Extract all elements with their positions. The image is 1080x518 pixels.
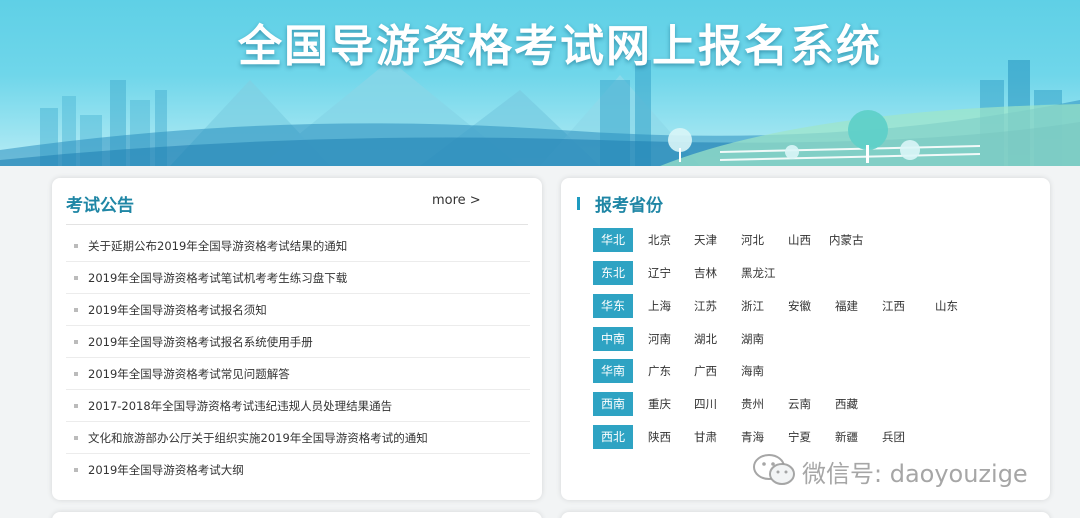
province-link[interactable]: 山东: [935, 294, 958, 318]
bullet-icon: [74, 244, 78, 248]
bullet-icon: [74, 276, 78, 280]
notice-item[interactable]: 2019年全国导游资格考试报名须知: [66, 294, 530, 326]
bullet-icon: [74, 404, 78, 408]
province-link[interactable]: 西藏: [835, 392, 858, 416]
province-link[interactable]: 湖南: [741, 327, 764, 351]
province-link[interactable]: 内蒙古: [829, 228, 864, 252]
bullet-icon: [74, 308, 78, 312]
province-link[interactable]: 福建: [835, 294, 858, 318]
province-link[interactable]: 青海: [741, 425, 764, 449]
more-link[interactable]: more >: [432, 193, 481, 208]
province-link[interactable]: 辽宁: [648, 261, 671, 285]
province-link[interactable]: 重庆: [648, 392, 671, 416]
province-link[interactable]: 吉林: [694, 261, 717, 285]
province-link[interactable]: 河北: [741, 228, 764, 252]
watermark-text: 微信号: daoyouzige: [802, 460, 1028, 488]
province-link[interactable]: 湖北: [694, 327, 717, 351]
next-panel-right: [561, 512, 1050, 518]
province-link[interactable]: 新疆: [835, 425, 858, 449]
notice-item[interactable]: 2019年全国导游资格考试大纲: [66, 454, 530, 486]
province-link[interactable]: 宁夏: [788, 425, 811, 449]
region-badge[interactable]: 华北: [593, 228, 633, 252]
notice-header: 考试公告 more >: [66, 191, 528, 225]
province-link[interactable]: 上海: [648, 294, 671, 318]
province-link[interactable]: 北京: [648, 228, 671, 252]
bullet-icon: [74, 436, 78, 440]
region-badge[interactable]: 东北: [593, 261, 633, 285]
watermark: 微信号: daoyouzige: [752, 452, 1028, 488]
notice-link[interactable]: 2019年全国导游资格考试常见问题解答: [88, 367, 290, 381]
bullet-icon: [74, 468, 78, 472]
next-panel-left: [52, 512, 542, 518]
notice-item[interactable]: 2019年全国导游资格考试笔试机考考生练习盘下载: [66, 262, 530, 294]
notice-link[interactable]: 2019年全国导游资格考试大纲: [88, 463, 244, 477]
province-link[interactable]: 浙江: [741, 294, 764, 318]
province-link[interactable]: 山西: [788, 228, 811, 252]
province-link[interactable]: 海南: [741, 359, 764, 383]
notice-item[interactable]: 2019年全国导游资格考试报名系统使用手册: [66, 326, 530, 358]
province-link[interactable]: 甘肃: [694, 425, 717, 449]
region-badge[interactable]: 华南: [593, 359, 633, 383]
bullet-icon: [74, 340, 78, 344]
notice-link[interactable]: 2019年全国导游资格考试报名须知: [88, 303, 267, 317]
notice-link[interactable]: 2017-2018年全国导游资格考试违纪违规人员处理结果通告: [88, 399, 392, 413]
notice-item[interactable]: 2019年全国导游资格考试常见问题解答: [66, 358, 530, 390]
notice-panel: 考试公告 more > 关于延期公布2019年全国导游资格考试结果的通知 201…: [52, 178, 542, 500]
province-link[interactable]: 云南: [788, 392, 811, 416]
notice-link[interactable]: 2019年全国导游资格考试笔试机考考生练习盘下载: [88, 271, 347, 285]
province-link[interactable]: 四川: [694, 392, 717, 416]
notice-link[interactable]: 关于延期公布2019年全国导游资格考试结果的通知: [88, 239, 347, 253]
province-link[interactable]: 河南: [648, 327, 671, 351]
notice-link[interactable]: 文化和旅游部办公厅关于组织实施2019年全国导游资格考试的通知: [88, 431, 428, 445]
province-link[interactable]: 陕西: [648, 425, 671, 449]
province-link[interactable]: 江苏: [694, 294, 717, 318]
province-link[interactable]: 安徽: [788, 294, 811, 318]
notice-link[interactable]: 2019年全国导游资格考试报名系统使用手册: [88, 335, 313, 349]
header-banner: 全国导游资格考试网上报名系统: [0, 0, 1080, 166]
title-bar-marker: [577, 197, 580, 210]
province-link[interactable]: 兵团: [882, 425, 905, 449]
notice-item[interactable]: 关于延期公布2019年全国导游资格考试结果的通知: [66, 230, 530, 262]
province-link[interactable]: 贵州: [741, 392, 764, 416]
province-title: 报考省份: [595, 196, 663, 216]
province-link[interactable]: 黑龙江: [741, 261, 776, 285]
region-badge[interactable]: 西南: [593, 392, 633, 416]
region-badge[interactable]: 华东: [593, 294, 633, 318]
bullet-icon: [74, 372, 78, 376]
notice-item[interactable]: 文化和旅游部办公厅关于组织实施2019年全国导游资格考试的通知: [66, 422, 530, 454]
region-badge[interactable]: 中南: [593, 327, 633, 351]
notice-title: 考试公告: [66, 196, 134, 216]
region-badge[interactable]: 西北: [593, 425, 633, 449]
province-link[interactable]: 天津: [694, 228, 717, 252]
notice-list: 关于延期公布2019年全国导游资格考试结果的通知 2019年全国导游资格考试笔试…: [66, 230, 530, 486]
site-title: 全国导游资格考试网上报名系统: [238, 21, 882, 72]
province-link[interactable]: 江西: [882, 294, 905, 318]
wechat-icon: [753, 454, 795, 485]
notice-item[interactable]: 2017-2018年全国导游资格考试违纪违规人员处理结果通告: [66, 390, 530, 422]
province-link[interactable]: 广西: [694, 359, 717, 383]
province-link[interactable]: 广东: [648, 359, 671, 383]
province-panel: 报考省份 华北 北京 天津 河北 山西 内蒙古 东北 辽宁 吉林 黑龙江 华东 …: [561, 178, 1050, 500]
